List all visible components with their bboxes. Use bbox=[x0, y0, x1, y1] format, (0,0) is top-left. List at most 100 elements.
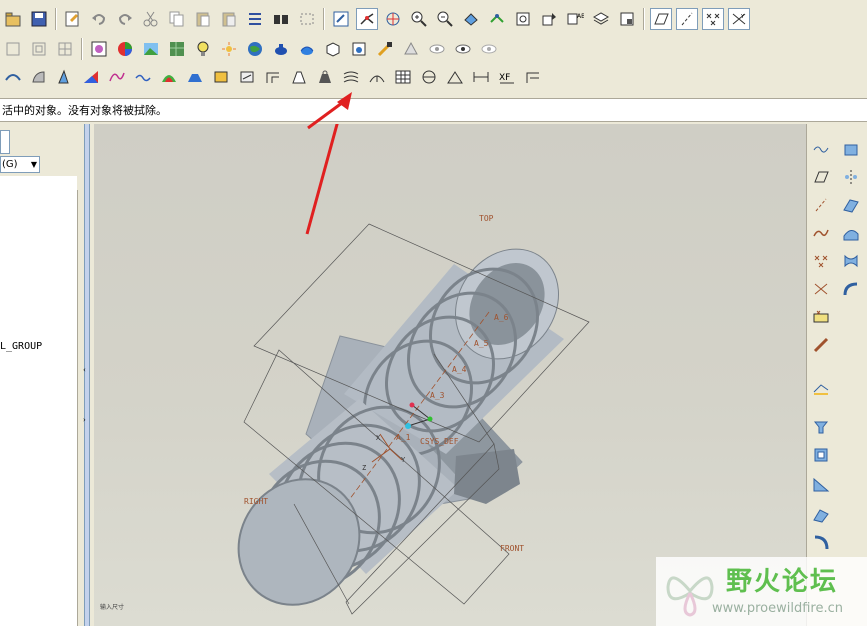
zoom-in-icon[interactable] bbox=[408, 8, 430, 30]
spin-center-icon[interactable] bbox=[356, 8, 378, 30]
redo-icon[interactable] bbox=[114, 8, 136, 30]
paste-special-icon[interactable] bbox=[218, 8, 240, 30]
reflection-icon[interactable] bbox=[236, 66, 258, 88]
layers-view-icon[interactable]: AB bbox=[564, 8, 586, 30]
datum-curve-icon[interactable] bbox=[810, 222, 832, 244]
model-viewport[interactable]: TOP RIGHT FRONT A_6 A_5 A_4 A_3 A_1 CSYS… bbox=[94, 124, 806, 626]
refit-icon[interactable] bbox=[460, 8, 482, 30]
eye-hide-icon[interactable] bbox=[478, 38, 500, 60]
sweep-icon[interactable] bbox=[2, 66, 24, 88]
draft-check-icon[interactable] bbox=[184, 66, 206, 88]
model-player-icon[interactable] bbox=[374, 38, 396, 60]
label-axis-a6: A_6 bbox=[494, 313, 509, 322]
datum-plane-icon[interactable] bbox=[810, 166, 832, 188]
analysis-icon[interactable] bbox=[80, 66, 102, 88]
boundary-blend-icon[interactable] bbox=[840, 250, 862, 272]
datum-axis-display-icon[interactable] bbox=[676, 8, 698, 30]
datum-csys-icon[interactable] bbox=[810, 278, 832, 300]
table-icon[interactable] bbox=[392, 66, 414, 88]
variable-section-sweep-icon[interactable] bbox=[840, 278, 862, 300]
hole-icon[interactable] bbox=[840, 138, 862, 160]
appearance-gallery-icon[interactable] bbox=[88, 38, 110, 60]
eye-view-icon[interactable] bbox=[426, 38, 448, 60]
shaded-curvature-icon[interactable] bbox=[158, 66, 180, 88]
measure-icon[interactable] bbox=[288, 66, 310, 88]
paste-icon[interactable] bbox=[192, 8, 214, 30]
save-icon[interactable] bbox=[28, 8, 50, 30]
tree-item-group[interactable]: L_GROUP bbox=[0, 341, 42, 352]
round-icon[interactable] bbox=[810, 532, 832, 554]
navigator-tab[interactable] bbox=[0, 130, 10, 154]
toolbar-separator bbox=[643, 8, 645, 30]
render-teapot-icon[interactable] bbox=[270, 38, 292, 60]
distance-icon[interactable] bbox=[470, 66, 492, 88]
sketched-datum-icon[interactable] bbox=[810, 138, 832, 160]
section-icon[interactable] bbox=[262, 66, 284, 88]
light-icon[interactable] bbox=[192, 38, 214, 60]
render-region-icon[interactable] bbox=[296, 38, 318, 60]
open-icon[interactable] bbox=[2, 8, 24, 30]
mirror-icon[interactable] bbox=[840, 166, 862, 188]
repaint-icon[interactable] bbox=[330, 8, 352, 30]
reorient-icon[interactable] bbox=[486, 8, 508, 30]
redefine-icon[interactable] bbox=[244, 8, 266, 30]
csys-z-label: Z bbox=[362, 464, 366, 472]
warp-icon[interactable] bbox=[840, 222, 862, 244]
datum-axis-icon[interactable] bbox=[810, 194, 832, 216]
relation-icon[interactable] bbox=[400, 38, 422, 60]
sketch-tool-icon[interactable] bbox=[810, 376, 832, 398]
undo-icon[interactable] bbox=[88, 8, 110, 30]
datum-point-display-icon[interactable] bbox=[702, 8, 724, 30]
slope-icon[interactable] bbox=[210, 66, 232, 88]
curvature-icon[interactable] bbox=[132, 66, 154, 88]
spot-light-icon[interactable] bbox=[218, 38, 240, 60]
copy-icon[interactable] bbox=[166, 8, 188, 30]
show-dropdown[interactable]: (G) ▼ bbox=[0, 156, 40, 173]
mass-properties-icon[interactable] bbox=[314, 66, 336, 88]
family-table-icon[interactable] bbox=[54, 38, 76, 60]
scene-icon[interactable] bbox=[140, 38, 162, 60]
collapse-left-icon[interactable]: ‹ bbox=[83, 366, 86, 374]
assembly-icon[interactable] bbox=[28, 38, 50, 60]
shaft-icon[interactable] bbox=[418, 66, 440, 88]
find-icon[interactable] bbox=[270, 8, 292, 30]
orient-icon[interactable] bbox=[382, 8, 404, 30]
collapse-right-icon[interactable]: › bbox=[83, 416, 86, 424]
regenerate-icon[interactable] bbox=[62, 8, 84, 30]
draft-icon[interactable] bbox=[54, 66, 76, 88]
cut-icon[interactable] bbox=[140, 8, 162, 30]
cube-display-icon[interactable] bbox=[322, 38, 344, 60]
model-icon[interactable] bbox=[2, 38, 24, 60]
csys-display-icon[interactable]: Y bbox=[728, 8, 750, 30]
saved-view-icon[interactable] bbox=[538, 8, 560, 30]
select-box-icon[interactable] bbox=[296, 8, 318, 30]
angle-icon[interactable] bbox=[444, 66, 466, 88]
graphics-window[interactable]: TOP RIGHT FRONT A_6 A_5 A_4 A_3 A_1 CSYS… bbox=[94, 124, 806, 626]
eye-show-icon[interactable] bbox=[452, 38, 474, 60]
zoom-out-icon[interactable] bbox=[434, 8, 456, 30]
curve-analysis-icon[interactable] bbox=[106, 66, 128, 88]
deviation-icon[interactable] bbox=[366, 66, 388, 88]
chain-icon[interactable] bbox=[810, 334, 832, 356]
blend-icon[interactable] bbox=[28, 66, 50, 88]
panel-splitter[interactable]: ‹ › bbox=[80, 124, 94, 626]
view-manager-icon[interactable] bbox=[512, 8, 534, 30]
offset-analysis-icon[interactable] bbox=[340, 66, 362, 88]
perspective-icon[interactable] bbox=[348, 38, 370, 60]
draft-feature-icon[interactable] bbox=[810, 504, 832, 526]
transform-icon[interactable]: XF bbox=[496, 66, 518, 88]
datum-point-icon[interactable] bbox=[810, 250, 832, 272]
pattern-icon[interactable] bbox=[840, 194, 862, 216]
layers-icon[interactable] bbox=[590, 8, 612, 30]
render-globe-icon[interactable] bbox=[244, 38, 266, 60]
splitter-bar[interactable] bbox=[84, 124, 90, 626]
color-wheel-icon[interactable] bbox=[114, 38, 136, 60]
extrude-icon[interactable] bbox=[810, 416, 832, 438]
texture-icon[interactable] bbox=[166, 38, 188, 60]
datum-plane-display-icon[interactable] bbox=[650, 8, 672, 30]
analysis-feature-icon[interactable] bbox=[810, 306, 832, 328]
rib-icon[interactable] bbox=[810, 474, 832, 496]
shell-icon[interactable] bbox=[810, 444, 832, 466]
dimension-icon[interactable] bbox=[522, 66, 544, 88]
setup-icon[interactable] bbox=[616, 8, 638, 30]
